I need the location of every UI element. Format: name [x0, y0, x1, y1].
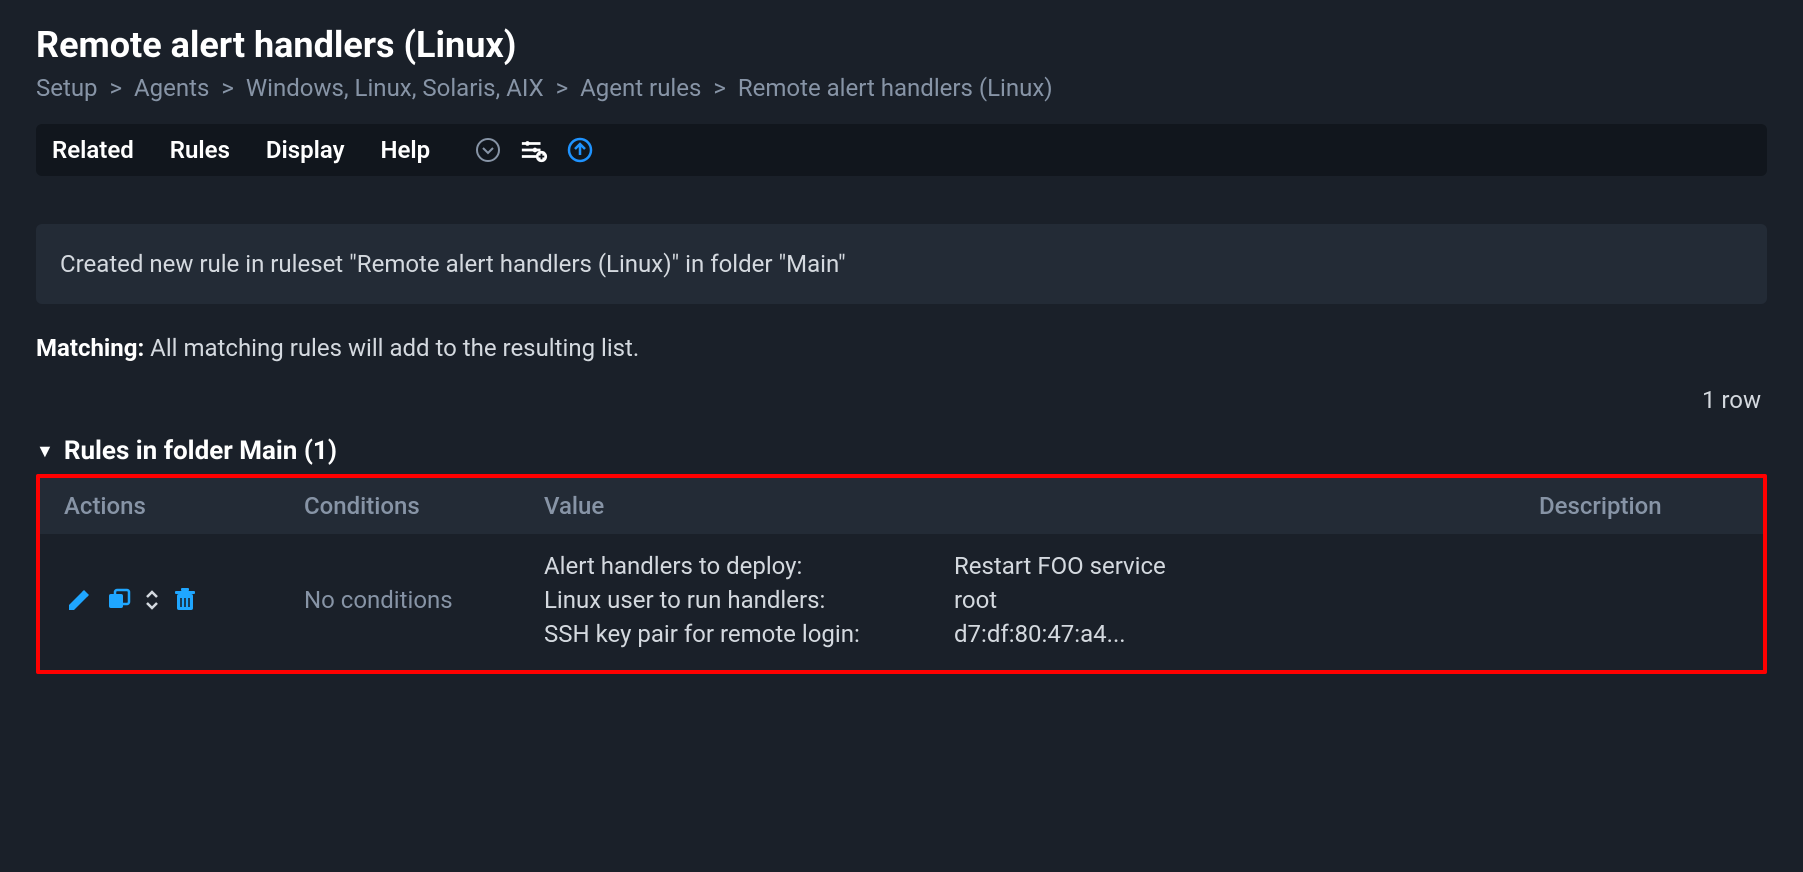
actions-cell: [64, 585, 304, 615]
menu-help[interactable]: Help: [381, 136, 431, 164]
value-key: Alert handlers to deploy:: [544, 552, 934, 580]
move-handles[interactable]: [144, 588, 160, 612]
value-val: d7:df:80:47:a4...: [954, 620, 1539, 648]
breadcrumb: Setup > Agents > Windows, Linux, Solaris…: [36, 74, 1767, 102]
chevron-down-icon: [144, 600, 160, 612]
breadcrumb-item[interactable]: Setup: [36, 74, 98, 102]
sliders-plus-icon[interactable]: [520, 136, 548, 164]
clone-icon[interactable]: [104, 585, 134, 615]
value-key: SSH key pair for remote login:: [544, 620, 934, 648]
col-header-description: Description: [1539, 492, 1739, 520]
col-header-value: Value: [544, 492, 1539, 520]
row-count: 1 row: [36, 386, 1767, 414]
menu-related[interactable]: Related: [52, 136, 134, 164]
upload-circle-icon[interactable]: [566, 136, 594, 164]
matching-text: All matching rules will add to the resul…: [150, 334, 639, 362]
breadcrumb-item[interactable]: Remote alert handlers (Linux): [738, 74, 1053, 102]
menu-rules[interactable]: Rules: [170, 136, 230, 164]
rules-table: Actions Conditions Value Description: [36, 474, 1767, 674]
col-header-actions: Actions: [64, 492, 304, 520]
menu-display[interactable]: Display: [266, 136, 345, 164]
table-header-row: Actions Conditions Value Description: [40, 478, 1763, 534]
value-val: root: [954, 586, 1539, 614]
value-val: Restart FOO service: [954, 552, 1539, 580]
breadcrumb-separator: >: [556, 74, 569, 102]
col-header-conditions: Conditions: [304, 492, 544, 520]
breadcrumb-separator: >: [110, 74, 123, 102]
chevron-up-icon: [144, 588, 160, 600]
edit-icon[interactable]: [64, 585, 94, 615]
breadcrumb-separator: >: [221, 74, 234, 102]
breadcrumb-item[interactable]: Windows, Linux, Solaris, AIX: [246, 74, 544, 102]
trash-icon[interactable]: [170, 585, 200, 615]
value-key: Linux user to run handlers:: [544, 586, 934, 614]
chevron-down-circle-icon[interactable]: [474, 136, 502, 164]
conditions-cell: No conditions: [304, 586, 544, 614]
breadcrumb-item[interactable]: Agents: [134, 74, 209, 102]
section-header[interactable]: ▼ Rules in folder Main (1): [36, 436, 1767, 466]
page-title: Remote alert handlers (Linux): [36, 24, 1767, 66]
value-cell: Alert handlers to deploy: Restart FOO se…: [544, 552, 1539, 648]
toolbar: Related Rules Display Help: [36, 124, 1767, 176]
caret-down-icon: ▼: [36, 441, 54, 462]
table-row: No conditions Alert handlers to deploy: …: [40, 534, 1763, 670]
matching-label: Matching:: [36, 334, 144, 362]
breadcrumb-item[interactable]: Agent rules: [580, 74, 701, 102]
matching-info: Matching: All matching rules will add to…: [36, 334, 1767, 362]
notice-banner: Created new rule in ruleset "Remote aler…: [36, 224, 1767, 304]
section-title: Rules in folder Main (1): [64, 436, 337, 466]
breadcrumb-separator: >: [713, 74, 726, 102]
